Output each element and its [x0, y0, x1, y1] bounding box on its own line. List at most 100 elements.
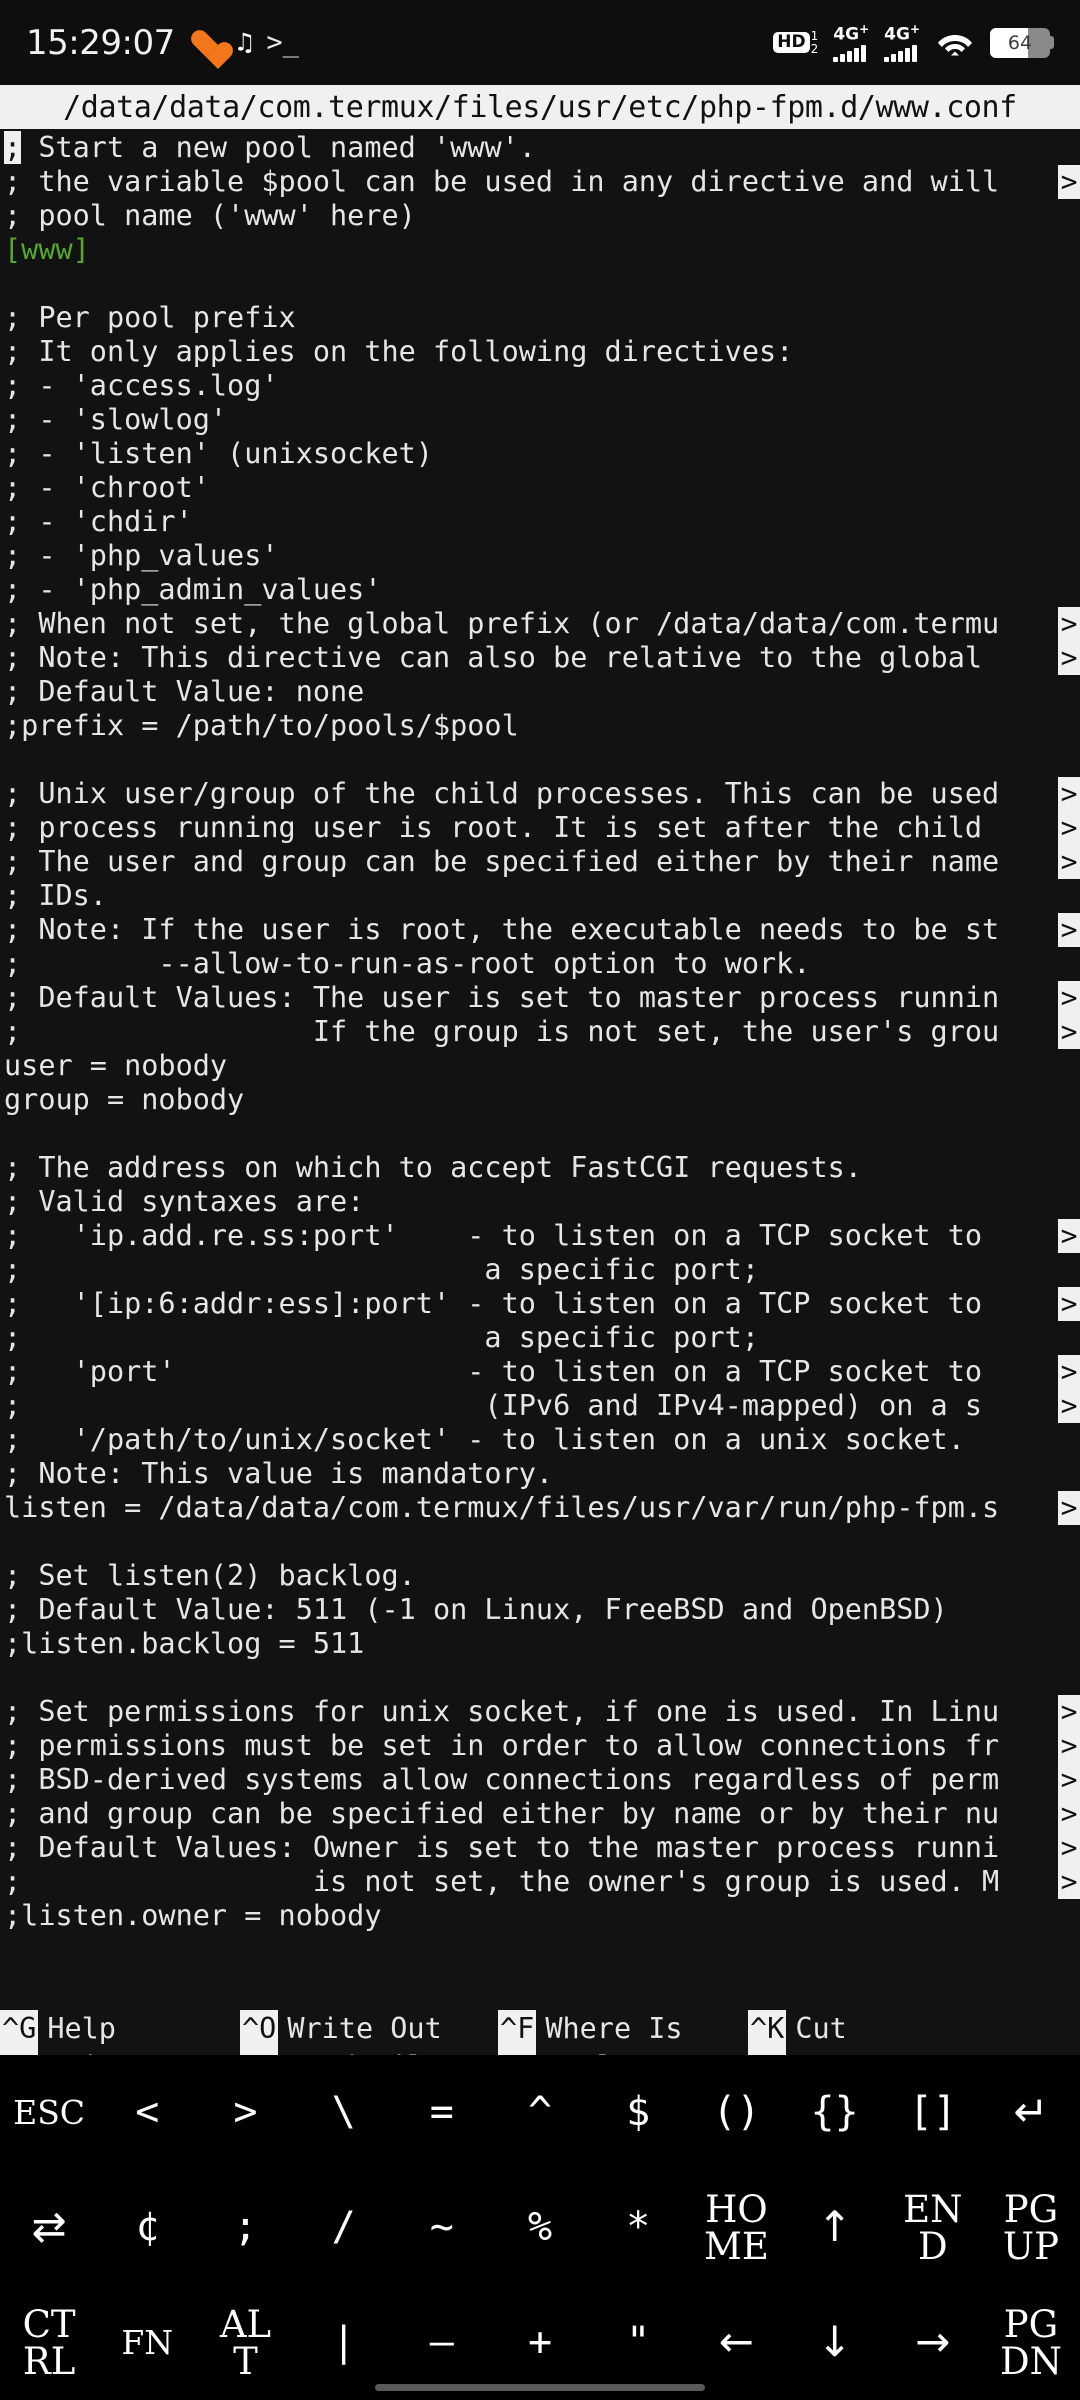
editor-line[interactable]: ; Default Values: Owner is set to the ma… [0, 1831, 1080, 1865]
editor-line[interactable]: ; IDs. [0, 879, 1080, 913]
editor-line[interactable]: ; a specific port; [0, 1321, 1080, 1355]
nano-text-area[interactable]: ; Start a new pool named 'www'.; the var… [0, 129, 1080, 1933]
editor-line[interactable]: ; - 'slowlog' [0, 403, 1080, 437]
shortcut-where-is[interactable]: ^F Where Is [498, 2010, 748, 2048]
editor-line[interactable]: ; permissions must be set in order to al… [0, 1729, 1080, 1763]
fn-key[interactable]: FN [98, 2285, 196, 2400]
editor-line[interactable]: ; Note: If the user is root, the executa… [0, 913, 1080, 947]
arrow-down-key[interactable]: ↓ [786, 2285, 884, 2400]
nano-editor[interactable]: /data/data/com.termux/files/usr/etc/php-… [0, 85, 1080, 2086]
editor-line[interactable]: ; Note: This directive can also be relat… [0, 641, 1080, 675]
editor-line[interactable]: ; When not set, the global prefix (or /d… [0, 607, 1080, 641]
alt-key[interactable]: AL T [196, 2285, 294, 2400]
backslash-key[interactable]: \ [295, 2055, 393, 2170]
editor-line[interactable]: ; - 'chdir' [0, 505, 1080, 539]
semicolon-key[interactable]: ; [196, 2170, 294, 2285]
quote-key[interactable]: " [589, 2285, 687, 2400]
editor-line[interactable]: ; The user and group can be specified ei… [0, 845, 1080, 879]
editor-line[interactable]: ; - 'listen' (unixsocket) [0, 437, 1080, 471]
arrow-up-key[interactable]: ↑ [786, 2170, 884, 2285]
editor-line[interactable]: ; Start a new pool named 'www'. [0, 131, 1080, 165]
editor-line[interactable]: user = nobody [0, 1049, 1080, 1083]
braces-key[interactable]: {} [786, 2055, 884, 2170]
editor-line[interactable] [0, 743, 1080, 777]
key-label-line2: DN [999, 2339, 1062, 2383]
ctrl-key[interactable]: CT RL [0, 2285, 98, 2400]
esc-key[interactable]: ESC [0, 2055, 98, 2170]
editor-line[interactable]: ; Default Value: none [0, 675, 1080, 709]
editor-line[interactable]: ;listen.owner = nobody [0, 1899, 1080, 1933]
page-up-key[interactable]: PG UP [982, 2170, 1080, 2285]
editor-line[interactable]: ; - 'chroot' [0, 471, 1080, 505]
dollar-key[interactable]: $ [589, 2055, 687, 2170]
editor-line[interactable]: ; and group can be specified either by n… [0, 1797, 1080, 1831]
editor-line[interactable]: ; pool name ('www' here) [0, 199, 1080, 233]
editor-line[interactable] [0, 267, 1080, 301]
editor-line[interactable]: ; - 'php_values' [0, 539, 1080, 573]
editor-line[interactable]: ; the variable $pool can be used in any … [0, 165, 1080, 199]
editor-line[interactable]: ; 'port' - to listen on a TCP socket to … [0, 1355, 1080, 1389]
editor-line[interactable]: ; is not set, the owner's group is used.… [0, 1865, 1080, 1899]
editor-line[interactable]: ; (IPv6 and IPv4-mapped) on a s > [0, 1389, 1080, 1423]
extra-keys-row-2: ⇄ ¢; / ~% * HO ME ↑ EN D PG UP [0, 2170, 1080, 2285]
editor-line[interactable]: ;listen.backlog = 511 [0, 1627, 1080, 1661]
editor-line[interactable]: ; Per pool prefix [0, 301, 1080, 335]
tab-key[interactable]: ⇄ [0, 2170, 98, 2285]
editor-line[interactable]: ; Default Values: The user is set to mas… [0, 981, 1080, 1015]
page-down-key[interactable]: PG DN [982, 2285, 1080, 2400]
editor-line[interactable] [0, 1661, 1080, 1695]
editor-line[interactable]: ; BSD-derived systems allow connections … [0, 1763, 1080, 1797]
editor-line[interactable]: ; Set listen(2) backlog. [0, 1559, 1080, 1593]
editor-line[interactable]: ; If the group is not set, the user's gr… [0, 1015, 1080, 1049]
arrow-right-key[interactable]: → [884, 2285, 982, 2400]
editor-line[interactable] [0, 1117, 1080, 1151]
shortcut-help[interactable]: ^G Help [0, 2010, 240, 2048]
editor-line[interactable]: group = nobody [0, 1083, 1080, 1117]
editor-line[interactable]: ; Valid syntaxes are: [0, 1185, 1080, 1219]
editor-line[interactable]: ; --allow-to-run-as-root option to work. [0, 947, 1080, 981]
plus-key[interactable]: + [491, 2285, 589, 2400]
parentheses-key[interactable]: () [687, 2055, 785, 2170]
editor-line[interactable]: ;prefix = /path/to/pools/$pool [0, 709, 1080, 743]
editor-line[interactable]: ; Note: This value is mandatory. [0, 1457, 1080, 1491]
tiktok-icon: ♫ [236, 27, 253, 58]
editor-line[interactable]: ; Set permissions for unix socket, if on… [0, 1695, 1080, 1729]
shortcut-key: ^G [0, 2010, 39, 2048]
editor-line[interactable]: [www] [0, 233, 1080, 267]
editor-line[interactable]: ; Default Value: 511 (-1 on Linux, FreeB… [0, 1593, 1080, 1627]
editor-line[interactable]: ; Unix user/group of the child processes… [0, 777, 1080, 811]
status-clock: 15:29:07 [26, 22, 175, 63]
slash-key[interactable]: / [295, 2170, 393, 2285]
less-than-key[interactable]: < [98, 2055, 196, 2170]
end-key[interactable]: EN D [884, 2170, 982, 2285]
percent-key[interactable]: % [491, 2170, 589, 2285]
equals-key[interactable]: = [393, 2055, 491, 2170]
editor-line[interactable]: ; a specific port; [0, 1253, 1080, 1287]
enter-key[interactable]: ↵ [982, 2055, 1080, 2170]
arrow-left-key[interactable]: ← [687, 2285, 785, 2400]
asterisk-key[interactable]: * [589, 2170, 687, 2285]
caret-key[interactable]: ^ [491, 2055, 589, 2170]
greater-than-key[interactable]: > [196, 2055, 294, 2170]
editor-line[interactable]: ; process running user is root. It is se… [0, 811, 1080, 845]
shortcut-cut[interactable]: ^K Cut [748, 2010, 998, 2048]
editor-line[interactable]: ; 'ip.add.re.ss:port' - to listen on a T… [0, 1219, 1080, 1253]
key-label: ¢ [135, 2204, 160, 2251]
cent-key[interactable]: ¢ [98, 2170, 196, 2285]
editor-line[interactable]: listen = /data/data/com.termux/files/usr… [0, 1491, 1080, 1525]
editor-line[interactable]: ; The address on which to accept FastCGI… [0, 1151, 1080, 1185]
editor-line[interactable]: ; It only applies on the following direc… [0, 335, 1080, 369]
brackets-key[interactable]: [] [884, 2055, 982, 2170]
dash-key[interactable]: — [393, 2285, 491, 2400]
signal-label-sim1: 4G+ [833, 22, 870, 45]
editor-line[interactable]: ; '[ip:6:addr:ess]:port' - to listen on … [0, 1287, 1080, 1321]
termux-extra-keys-row[interactable]: ESC < > \ = ^ $(){}[] ↵ ⇄ ¢; / ~% * HO ME ↑ EN D PG UP CT RL F… [0, 2055, 1080, 2400]
home-key[interactable]: HO ME [687, 2170, 785, 2285]
editor-line[interactable]: ; '/path/to/unix/socket' - to listen on … [0, 1423, 1080, 1457]
tilde-key[interactable]: ~ [393, 2170, 491, 2285]
shortcut-write-out[interactable]: ^O Write Out [240, 2010, 498, 2048]
pipe-key[interactable]: | [295, 2285, 393, 2400]
editor-line[interactable]: ; - 'access.log' [0, 369, 1080, 403]
editor-line[interactable] [0, 1525, 1080, 1559]
editor-line[interactable]: ; - 'php_admin_values' [0, 573, 1080, 607]
